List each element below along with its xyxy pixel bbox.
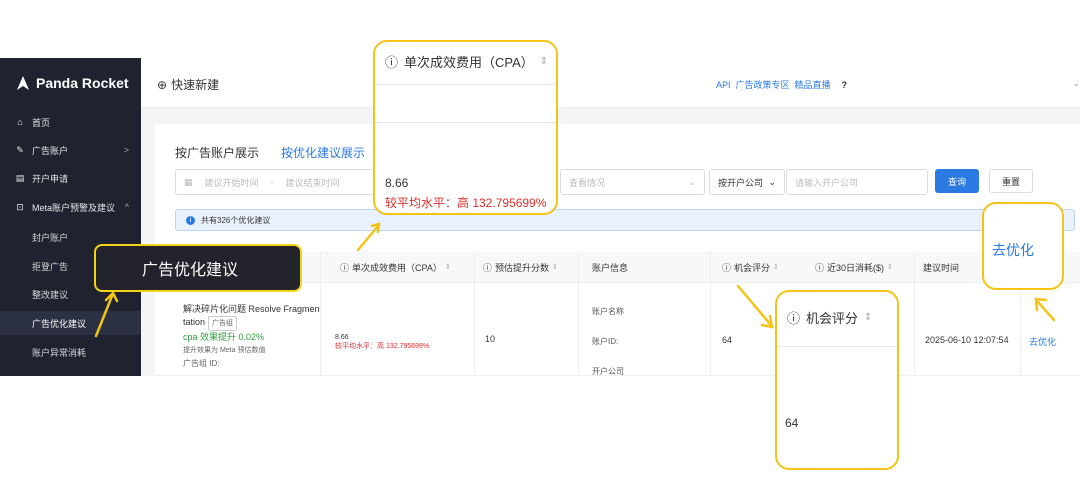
chevron-right-icon: > <box>123 145 129 155</box>
edit-icon: ✎ <box>16 144 24 155</box>
link-ad-policy[interactable]: 广告政策专区 <box>736 78 790 91</box>
brand-name: Panda Rocket <box>36 75 129 91</box>
col-cpa[interactable]: ⓘ 单次成效费用（CPA） ⇕ <box>340 251 451 283</box>
view-tabs: 按广告账户展示 按优化建议展示 <box>175 144 365 161</box>
top-bar: ⊕ 快速新建 API 广告政策专区 精品直播 ? ⌄ <box>141 58 1080 108</box>
sidebar-item-home[interactable]: ⌂ 首页 <box>0 110 141 134</box>
opportunity-callout: ⓘ 机会评分 ⇕ 64 <box>775 290 899 470</box>
col-time: 建议时间 <box>923 262 960 273</box>
top-links: API 广告政策专区 精品直播 ? <box>716 78 847 91</box>
table-row: 解决碎片化问题 Resolve Fragmen tation 广告组 cpa 效果… <box>155 283 1080 376</box>
status-select[interactable]: 查看情况 ⌄ <box>560 169 705 195</box>
sort-icon[interactable]: ⇕ <box>445 263 451 271</box>
estimate-note: 提升效果为 Meta 预估数值 <box>183 347 266 354</box>
callout-score-value: 64 <box>785 416 799 430</box>
query-button[interactable]: 查询 <box>935 169 979 193</box>
score-up-cell: 10 <box>485 334 496 344</box>
info-icon: i <box>186 215 195 225</box>
col-spend30[interactable]: ⓘ 近30日消耗($) ⇕ <box>815 251 893 283</box>
tab-by-suggestion[interactable]: 按优化建议展示 <box>281 144 365 161</box>
callout-optimize-label: 去优化 <box>992 242 1034 258</box>
info-icon: ⓘ <box>340 262 350 273</box>
plus-circle-icon: ⊕ <box>157 77 168 92</box>
link-api[interactable]: API <box>716 80 731 90</box>
sort-icon: ⇕ <box>539 56 549 67</box>
date-end-placeholder: 建议结束时间 <box>285 177 340 188</box>
cpa-lift: cpa 效果提升 0.02% <box>183 332 265 342</box>
help-icon[interactable]: ? <box>842 80 848 90</box>
chevron-down-icon: ⌄ <box>768 176 776 187</box>
open-company: 开户公司 <box>592 367 624 376</box>
brand-logo[interactable]: Panda Rocket <box>16 72 129 94</box>
link-live[interactable]: 精品直播 <box>795 78 831 91</box>
date-start-placeholder: 建议开始时间 <box>204 177 259 188</box>
suggestion-cell: 解决碎片化问题 Resolve Fragmen tation 广告组 cpa 效果… <box>183 304 320 368</box>
optimize-link[interactable]: 去优化 <box>1029 335 1056 348</box>
feature-banner: 广告优化建议 <box>94 244 302 292</box>
cpa-cell: 8.66 较平均水平：高 132.795699% <box>335 334 430 350</box>
reset-button[interactable]: 重置 <box>989 169 1033 193</box>
adgroup-tag: 广告组 <box>208 316 238 331</box>
account-name: 账户名称 <box>592 307 624 316</box>
calendar-icon: ▦ <box>184 176 193 187</box>
form-icon: ▤ <box>15 172 25 183</box>
adgroup-id: 广告组 ID: <box>183 359 220 368</box>
sort-icon[interactable]: ⇕ <box>887 263 893 271</box>
rocket-icon <box>16 76 30 90</box>
callout-cpa-header: 单次成效费用（CPA） <box>404 55 534 70</box>
sidebar-item-ad-accounts[interactable]: ✎ 广告账户 > <box>0 138 141 162</box>
col-score-up[interactable]: ⓘ 预估提升分数 ⇕ <box>483 251 558 283</box>
sidebar-subitem-ad-optimization[interactable]: 广告优化建议 <box>0 311 141 335</box>
time-cell: 2025-06-10 12:07:54 <box>925 335 1009 345</box>
sidebar-subitem-abnormal-spend[interactable]: 账户异常消耗 <box>0 340 141 364</box>
chevron-down-icon[interactable]: ⌄ <box>1072 78 1080 89</box>
quick-create-button[interactable]: ⊕ 快速新建 <box>157 76 219 93</box>
sidebar-item-label: 广告账户 <box>32 145 69 156</box>
account-id: 账户ID: <box>592 337 619 346</box>
info-icon: ⓘ <box>815 262 825 273</box>
info-bar: i 共有326个优化建议 <box>175 209 1075 231</box>
sidebar-item-open-account[interactable]: ▤ 开户申请 <box>0 166 141 190</box>
callout-cpa-value: 8.66 <box>385 176 409 190</box>
sort-icon[interactable]: ⇕ <box>773 263 779 271</box>
sidebar-item-meta-alerts[interactable]: ⊡ Meta账户预警及建议 ^ <box>0 195 141 219</box>
sort-icon: ⇕ <box>864 312 873 323</box>
suggestion-count: 共有326个优化建议 <box>201 215 271 225</box>
cpa-callout: ⓘ 单次成效费用（CPA） ⇕ 8.66 较平均水平：高 132.795699% <box>373 40 558 215</box>
date-range-picker[interactable]: ▦ 建议开始时间 - 建议结束时间 <box>175 169 385 195</box>
sidebar-item-label: 首页 <box>32 117 51 128</box>
info-icon: ⓘ <box>787 311 801 326</box>
info-icon: ⓘ <box>722 262 732 273</box>
company-filter-select[interactable]: 按开户公司 ⌄ <box>709 169 785 195</box>
info-icon: ⓘ <box>385 55 399 70</box>
chevron-down-icon: ⌄ <box>688 176 696 187</box>
optimize-callout: 去优化 <box>982 202 1064 290</box>
col-account: 账户信息 <box>592 262 629 273</box>
suggestion-title: 解决碎片化问题 Resolve Fragmen <box>183 304 320 314</box>
callout-cpa-compare: 较平均水平：高 132.795699% <box>385 196 547 210</box>
chevron-up-icon: ^ <box>124 202 129 212</box>
sort-icon[interactable]: ⇕ <box>552 263 558 271</box>
opportunity-cell: 64 <box>722 335 733 345</box>
callout-score-header: 机会评分 <box>806 311 859 326</box>
col-opportunity[interactable]: ⓘ 机会评分 ⇕ <box>722 251 779 283</box>
info-icon: ⓘ <box>483 262 493 273</box>
sidebar-item-label: Meta账户预警及建议 <box>32 202 116 213</box>
sidebar-item-label: 开户申请 <box>32 173 69 184</box>
tab-by-account[interactable]: 按广告账户展示 <box>175 144 259 161</box>
sidebar: Panda Rocket ⌂ 首页 ✎ 广告账户 > ▤ 开户申请 ⊡ Meta… <box>0 58 141 376</box>
home-icon: ⌂ <box>17 117 23 127</box>
account-cell: 账户名称 账户ID: 开户公司 <box>592 297 624 376</box>
company-input[interactable]: 请输入开户公司 <box>786 169 928 195</box>
alert-icon: ⊡ <box>16 201 24 212</box>
